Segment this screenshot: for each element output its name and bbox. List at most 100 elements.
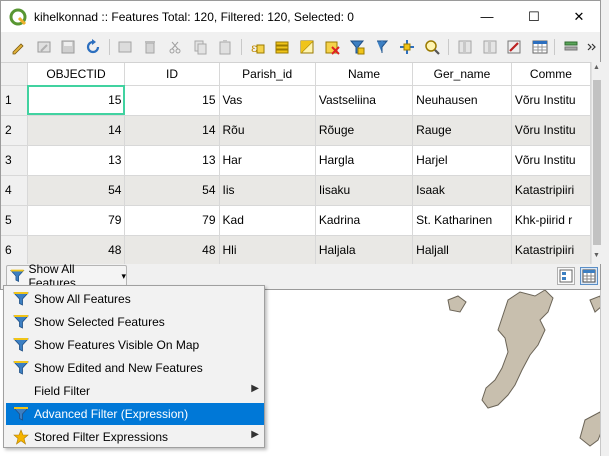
delete-icon[interactable]	[141, 38, 159, 56]
attribute-table[interactable]: OBJECTID ID Parish_id Name Ger_name Comm…	[1, 62, 591, 264]
table-cell[interactable]: 13	[27, 145, 126, 176]
actions-icon[interactable]	[562, 38, 580, 56]
filter-dropdown-button[interactable]: Show All Features ▾	[6, 262, 127, 290]
menu-item-show-all-features[interactable]: Show All Features	[6, 288, 264, 310]
row-header[interactable]: 1	[1, 85, 28, 116]
cut-icon[interactable]	[166, 38, 184, 56]
reload-icon[interactable]	[84, 38, 102, 56]
table-cell[interactable]: 15	[27, 85, 126, 116]
table-cell[interactable]: Võru Institu	[511, 145, 591, 176]
table-row[interactable]: 1 15 15 Vas Vastseliina Neuhausen Võru I…	[1, 85, 591, 116]
invert-selection-icon[interactable]	[298, 38, 316, 56]
save-icon[interactable]	[59, 38, 77, 56]
table-row[interactable]: 2 14 14 Rõu Rõuge Rauge Võru Institu	[1, 115, 591, 146]
table-cell[interactable]: Katastripiiri	[511, 175, 591, 206]
row-header[interactable]: 4	[1, 175, 28, 206]
table-row[interactable]: 5 79 79 Kad Kadrina St. Katharinen Khk-p…	[1, 205, 591, 236]
select-all-icon[interactable]	[273, 38, 291, 56]
table-view-button[interactable]	[580, 267, 598, 285]
menu-item-show-features-visible-on-map[interactable]: Show Features Visible On Map	[6, 334, 264, 356]
vertical-scrollbar[interactable]: ▲ ▼	[591, 62, 601, 264]
column-header-name[interactable]: Name	[315, 63, 414, 86]
table-cell[interactable]: 14	[124, 115, 220, 146]
filter-selection-icon[interactable]	[348, 38, 366, 56]
column-header-id[interactable]: ID	[124, 63, 220, 86]
menu-item-stored-filter-expressions[interactable]: Stored Filter Expressions ▶	[6, 426, 264, 448]
map-side-panel-edge	[600, 0, 609, 456]
menu-item-advanced-filter-expression[interactable]: Advanced Filter (Expression)	[6, 403, 264, 425]
table-cell[interactable]: 14	[27, 115, 126, 146]
field-calculator-icon[interactable]	[505, 38, 523, 56]
table-cell[interactable]: Võru Institu	[511, 85, 591, 116]
table-cell[interactable]: 13	[124, 145, 220, 176]
table-cell[interactable]: 48	[27, 235, 126, 264]
more-icon[interactable]	[586, 38, 598, 56]
table-cell[interactable]: Iisaku	[315, 175, 414, 206]
column-header-objectid[interactable]: OBJECTID	[27, 63, 126, 86]
column-header-parish-id[interactable]: Parish_id	[219, 63, 316, 86]
scroll-down-icon[interactable]: ▼	[593, 252, 600, 259]
pan-to-selection-icon[interactable]	[398, 38, 416, 56]
zoom-to-selection-icon[interactable]	[423, 38, 441, 56]
title-bar[interactable]: kihelkonnad :: Features Total: 120, Filt…	[1, 1, 600, 32]
table-cell[interactable]: Kad	[219, 205, 316, 236]
row-header[interactable]: 5	[1, 205, 28, 236]
row-header[interactable]: 3	[1, 145, 28, 176]
table-cell[interactable]: Harjel	[412, 145, 512, 176]
table-cell[interactable]: Hli	[219, 235, 316, 264]
maximize-button[interactable]: ☐	[511, 1, 557, 32]
table-corner[interactable]	[1, 63, 28, 86]
close-button[interactable]: ✕	[556, 1, 602, 32]
table-row[interactable]: 6 48 48 Hli Haljala Haljall Katastripiir…	[1, 235, 591, 264]
table-cell[interactable]: Hargla	[315, 145, 414, 176]
edit-pencil-icon[interactable]	[9, 38, 27, 56]
table-cell[interactable]: 54	[124, 175, 220, 206]
table-cell[interactable]: 79	[27, 205, 126, 236]
select-by-expression-icon[interactable]: ε	[248, 38, 266, 56]
add-feature-icon[interactable]	[116, 38, 134, 56]
column-header-comment[interactable]: Comme	[511, 63, 591, 86]
delete-field-icon[interactable]	[481, 38, 499, 56]
table-cell[interactable]: Vas	[219, 85, 316, 116]
paste-icon[interactable]	[216, 38, 234, 56]
table-cell[interactable]: Rauge	[412, 115, 512, 146]
table-cell[interactable]: Khk-piirid r	[511, 205, 591, 236]
table-cell[interactable]: Har	[219, 145, 316, 176]
new-field-icon[interactable]	[456, 38, 474, 56]
table-cell[interactable]: Võru Institu	[511, 115, 591, 146]
table-cell[interactable]: 54	[27, 175, 126, 206]
table-cell[interactable]: Rõuge	[315, 115, 414, 146]
column-header-ger-name[interactable]: Ger_name	[412, 63, 512, 86]
form-view-button[interactable]	[557, 267, 575, 285]
close-icon: ✕	[573, 8, 585, 24]
table-cell[interactable]: 79	[124, 205, 220, 236]
table-cell[interactable]: 48	[124, 235, 220, 264]
move-selection-top-icon[interactable]	[373, 38, 391, 56]
copy-icon[interactable]	[191, 38, 209, 56]
table-cell[interactable]: Iis	[219, 175, 316, 206]
menu-item-show-edited-and-new-features[interactable]: Show Edited and New Features	[6, 357, 264, 379]
table-cell[interactable]: Haljala	[315, 235, 414, 264]
row-header[interactable]: 2	[1, 115, 28, 146]
table-cell[interactable]: Vastseliina	[315, 85, 414, 116]
table-cell[interactable]: Kadrina	[315, 205, 414, 236]
conditional-formatting-icon[interactable]	[531, 38, 549, 56]
table-row[interactable]: 3 13 13 Har Hargla Harjel Võru Institu	[1, 145, 591, 176]
menu-item-show-selected-features[interactable]: Show Selected Features	[6, 311, 264, 333]
table-cell[interactable]: Haljall	[412, 235, 512, 264]
table-cell[interactable]: Rõu	[219, 115, 316, 146]
minimize-button[interactable]: —	[464, 1, 510, 32]
multi-edit-icon[interactable]	[35, 38, 53, 56]
deselect-all-icon[interactable]	[323, 38, 341, 56]
row-header[interactable]: 6	[1, 235, 28, 264]
table-cell[interactable]: Neuhausen	[412, 85, 512, 116]
table-cell[interactable]: St. Katharinen	[412, 205, 512, 236]
scrollbar-thumb[interactable]	[593, 80, 601, 245]
scroll-up-icon[interactable]: ▲	[593, 64, 600, 71]
menu-item-label: Show Edited and New Features	[34, 361, 203, 375]
table-cell[interactable]: Isaak	[412, 175, 512, 206]
table-row[interactable]: 4 54 54 Iis Iisaku Isaak Katastripiiri	[1, 175, 591, 206]
table-cell[interactable]: 15	[124, 85, 220, 116]
table-cell[interactable]: Katastripiiri	[511, 235, 591, 264]
menu-item-field-filter[interactable]: Field Filter ▶	[6, 380, 264, 402]
